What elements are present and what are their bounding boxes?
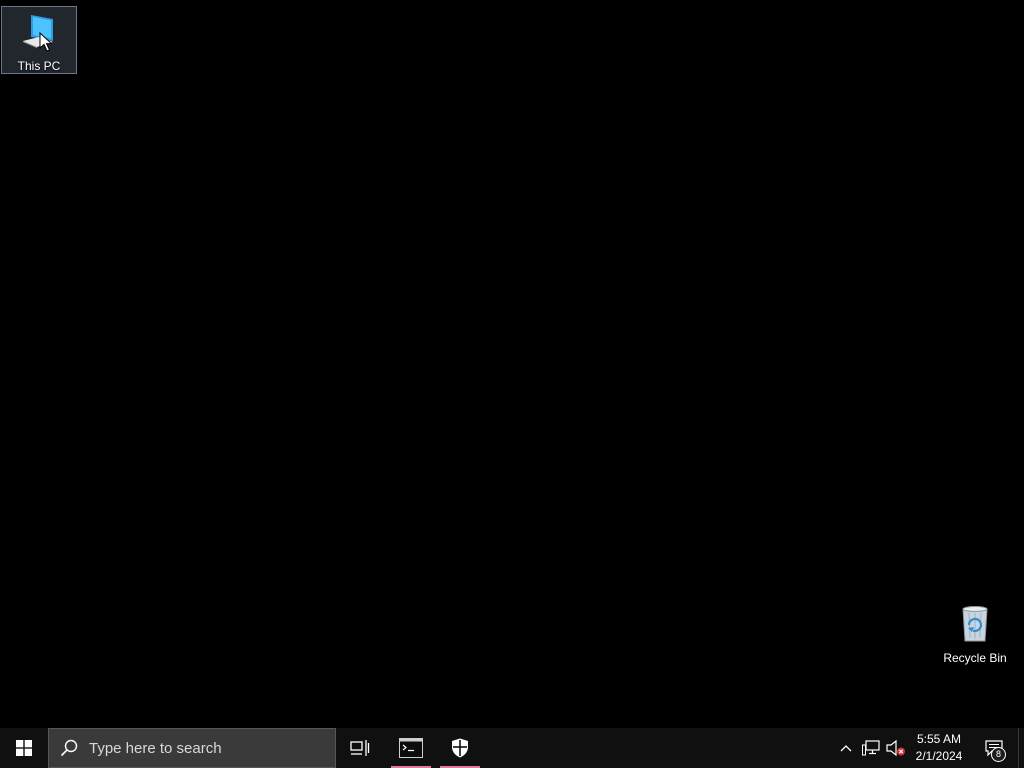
taskbar-command-prompt-button[interactable] bbox=[391, 728, 431, 768]
volume-muted-icon bbox=[886, 739, 905, 757]
clock-date: 2/1/2024 bbox=[915, 749, 963, 763]
clock-time: 5:55 AM bbox=[916, 732, 962, 746]
taskbar-windows-security-button[interactable] bbox=[440, 728, 480, 768]
network-icon bbox=[862, 740, 880, 756]
start-button[interactable] bbox=[0, 728, 48, 768]
desktop: This PC Recycle Bin bbox=[0, 0, 1024, 728]
mouse-pointer-icon bbox=[39, 32, 53, 52]
chevron-up-icon bbox=[840, 745, 852, 752]
windows-security-shield-icon bbox=[452, 738, 468, 758]
show-hidden-icons-button[interactable] bbox=[836, 728, 856, 768]
taskbar-clock[interactable]: 5:55 AM 2/1/2024 bbox=[910, 731, 968, 765]
task-view-button[interactable] bbox=[340, 728, 380, 768]
recycle-bin-label: Recycle Bin bbox=[943, 651, 1007, 665]
taskbar: Type here to search 5:55 AM 2/1/2024 8 bbox=[0, 728, 1024, 768]
recycle-bin-icon bbox=[962, 606, 988, 642]
notification-count-badge: 8 bbox=[991, 747, 1006, 762]
task-view-icon bbox=[350, 740, 370, 756]
command-prompt-icon bbox=[399, 738, 423, 758]
show-desktop-button[interactable] bbox=[1018, 728, 1024, 768]
search-icon bbox=[60, 739, 78, 757]
search-placeholder: Type here to search bbox=[89, 739, 222, 757]
search-box[interactable]: Type here to search bbox=[48, 728, 336, 768]
volume-button[interactable] bbox=[884, 728, 908, 768]
network-status-button[interactable] bbox=[859, 728, 883, 768]
action-center-button[interactable]: 8 bbox=[978, 728, 1010, 768]
this-pc-label: This PC bbox=[17, 59, 61, 73]
windows-logo-icon bbox=[16, 740, 32, 756]
recycle-bin-shortcut[interactable]: Recycle Bin bbox=[937, 598, 1013, 666]
